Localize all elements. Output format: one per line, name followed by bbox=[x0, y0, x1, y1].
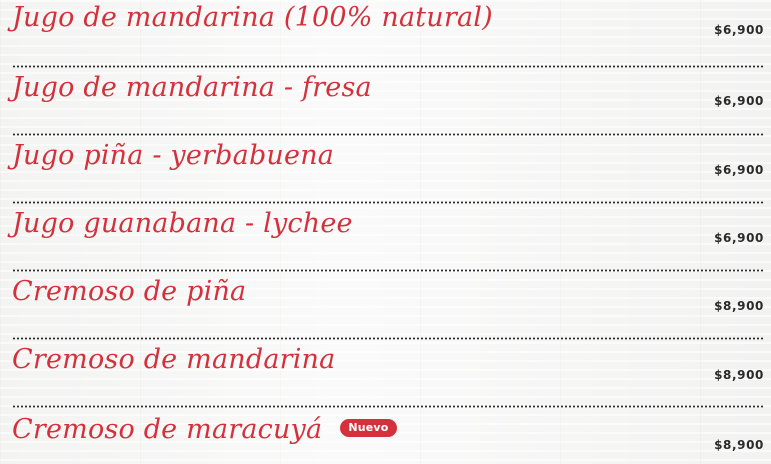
drinks-menu-list: Jugo de mandarina (100% natural) $6,900 … bbox=[0, 0, 771, 464]
menu-item-price: $6,900 bbox=[714, 23, 764, 37]
menu-item-price: $6,900 bbox=[714, 231, 764, 245]
menu-item: Cremoso de piña $8,900 bbox=[12, 272, 764, 340]
menu-item-name: Jugo de mandarina (100% natural) bbox=[12, 2, 493, 33]
menu-item: Cremoso de mandarina $8,900 bbox=[12, 340, 764, 408]
menu-item-price: $8,900 bbox=[714, 438, 764, 452]
menu-item: Jugo guanabana - lychee $6,900 bbox=[12, 204, 764, 272]
menu-item: Cremoso de maracuyá Nuevo $8,900 bbox=[12, 408, 764, 464]
menu-item: Jugo de mandarina (100% natural) $6,900 bbox=[12, 0, 764, 68]
new-badge: Nuevo bbox=[340, 418, 397, 437]
menu-item-price: $8,900 bbox=[714, 368, 764, 382]
menu-item-name: Jugo guanabana - lychee bbox=[12, 208, 353, 239]
menu-item: Jugo de mandarina - fresa $6,900 bbox=[12, 68, 764, 136]
menu-item-name-row: Cremoso de maracuyá Nuevo bbox=[12, 416, 397, 443]
menu-item-price: $8,900 bbox=[714, 299, 764, 313]
menu-item-name: Cremoso de maracuyá bbox=[12, 414, 323, 445]
menu-item: Jugo piña - yerbabuena $6,900 bbox=[12, 136, 764, 204]
menu-item-name: Cremoso de mandarina bbox=[12, 344, 336, 375]
menu-item-name: Jugo de mandarina - fresa bbox=[12, 72, 372, 103]
menu-item-price: $6,900 bbox=[714, 163, 764, 177]
menu-item-name: Cremoso de piña bbox=[12, 276, 247, 307]
menu-item-price: $6,900 bbox=[714, 94, 764, 108]
menu-item-name: Jugo piña - yerbabuena bbox=[12, 140, 335, 171]
